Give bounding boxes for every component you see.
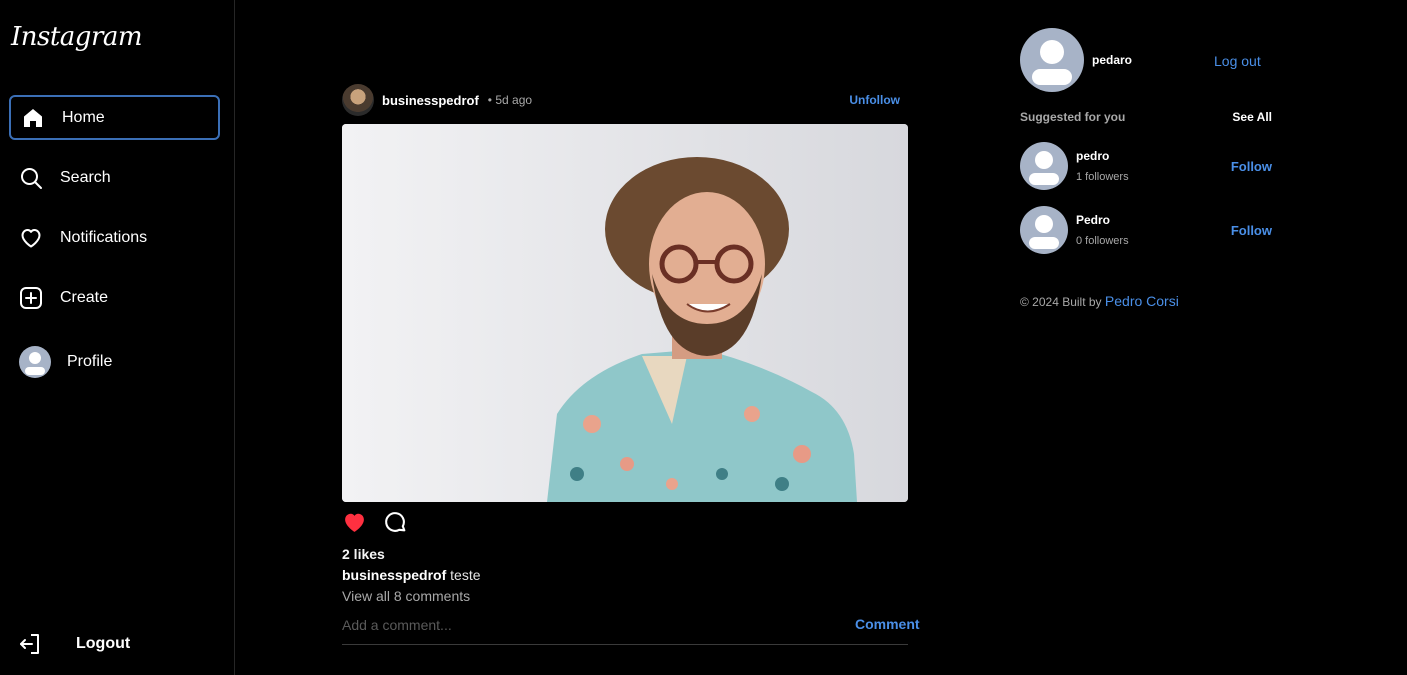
logout-icon <box>18 632 42 656</box>
suggestion-followers: 1 followers <box>1076 171 1129 183</box>
post-author-avatar[interactable] <box>342 84 374 116</box>
sidebar-item-label: Notifications <box>60 228 148 246</box>
likes-count[interactable]: 2 likes <box>342 546 385 562</box>
instagram-logo[interactable]: Instagram <box>11 22 143 52</box>
post-photo-illustration <box>342 124 908 502</box>
suggestion-followers: 0 followers <box>1076 235 1129 247</box>
suggestion-username[interactable]: pedro <box>1076 149 1129 163</box>
suggestion-username[interactable]: Pedro <box>1076 213 1129 227</box>
suggestion-info: pedro 1 followers <box>1076 149 1129 183</box>
follow-button[interactable]: Follow <box>1231 223 1272 238</box>
sidebar-item-home[interactable]: Home <box>9 95 220 140</box>
comment-submit-button[interactable]: Comment <box>855 616 920 632</box>
comment-button-icon[interactable] <box>383 510 408 540</box>
comment-input[interactable] <box>342 614 908 636</box>
sidebar-item-notifications[interactable]: Notifications <box>9 215 220 260</box>
sidebar-item-search[interactable]: Search <box>9 155 220 200</box>
log-out-link[interactable]: Log out <box>1214 53 1261 69</box>
suggestion-info: Pedro 0 followers <box>1076 213 1129 247</box>
comment-form: Comment <box>342 614 920 645</box>
caption-username[interactable]: businesspedrof <box>342 567 446 583</box>
plus-square-icon <box>19 286 43 310</box>
post-image[interactable] <box>342 124 908 502</box>
unfollow-button[interactable]: Unfollow <box>849 93 900 107</box>
avatar[interactable] <box>1020 28 1084 92</box>
post-header: businesspedrof • 5d ago Unfollow <box>342 84 908 116</box>
right-panel: pedaro Log out Suggested for you See All… <box>1020 28 1280 309</box>
footer-author-link[interactable]: Pedro Corsi <box>1105 293 1179 309</box>
follow-button[interactable]: Follow <box>1231 159 1272 174</box>
post-timestamp: • 5d ago <box>487 93 533 107</box>
search-icon <box>19 166 43 190</box>
post-actions <box>342 510 408 540</box>
suggestions-header: Suggested for you See All <box>1020 110 1272 124</box>
avatar[interactable] <box>1020 206 1068 254</box>
avatar[interactable] <box>1020 142 1068 190</box>
sidebar-item-label: Profile <box>67 352 113 370</box>
view-comments-link[interactable]: View all 8 comments <box>342 588 470 604</box>
logout-label: Logout <box>76 635 131 652</box>
sidebar: Instagram Home Search Notifications Crea… <box>0 0 235 675</box>
suggested-label: Suggested for you <box>1020 110 1126 124</box>
avatar <box>19 345 51 378</box>
sidebar-item-create[interactable]: Create <box>9 275 220 320</box>
heart-filled-icon <box>345 513 364 532</box>
like-button[interactable] <box>342 510 367 540</box>
post-card: businesspedrof • 5d ago Unfollow 2 likes… <box>342 84 920 645</box>
post-author-username[interactable]: businesspedrof <box>382 93 479 108</box>
logout-button[interactable]: Logout <box>18 632 130 656</box>
footer-text: © 2024 Built by <box>1020 295 1102 309</box>
caption-text: teste <box>450 567 481 583</box>
current-username[interactable]: pedaro <box>1092 53 1132 67</box>
post-caption: businesspedrof teste <box>342 567 481 583</box>
sidebar-item-label: Home <box>62 108 105 126</box>
see-all-button[interactable]: See All <box>1232 110 1272 124</box>
heart-icon <box>19 226 43 250</box>
footer: © 2024 Built by Pedro Corsi <box>1020 293 1179 309</box>
sidebar-item-profile[interactable]: Profile <box>9 339 220 384</box>
sidebar-item-label: Search <box>60 168 111 186</box>
comment-icon <box>385 512 406 532</box>
home-icon <box>21 106 45 130</box>
suggestion-item: pedro 1 followers Follow <box>1020 142 1272 190</box>
sidebar-item-label: Create <box>60 288 109 306</box>
suggestion-item: Pedro 0 followers Follow <box>1020 206 1272 254</box>
